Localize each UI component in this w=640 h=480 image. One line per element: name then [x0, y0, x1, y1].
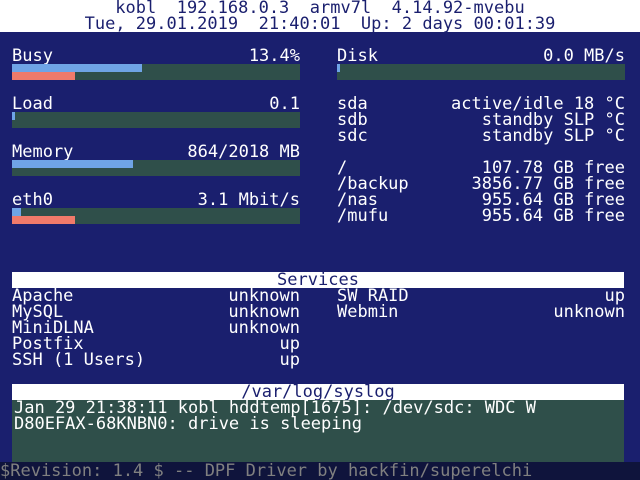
bar-fill-secondary — [12, 72, 76, 80]
stat-label: Memory — [12, 142, 74, 162]
stat-label: eth0 — [12, 190, 53, 210]
drive-name: sdc — [337, 126, 368, 146]
stat-value: 0.1 — [269, 94, 300, 114]
service-status: up — [279, 350, 300, 370]
stat-label: Load — [12, 94, 53, 114]
syslog-title-band: /var/log/syslog — [12, 382, 624, 402]
bar-fill-primary — [12, 208, 21, 216]
service-status: unknown — [553, 302, 625, 322]
stat-value: 864/2018 MB — [187, 142, 300, 162]
mount-path: /mufu — [337, 206, 389, 226]
services-title-band: Services — [12, 270, 624, 290]
bar-fill-primary — [12, 64, 142, 72]
stat-bar — [12, 64, 300, 80]
header-time-line: Tue, 29.01.2019 21:40:01 Up: 2 days 00:0… — [84, 14, 556, 34]
drive-status: standby SLP °C — [481, 126, 625, 146]
stat-bar — [12, 208, 300, 224]
bar-fill-secondary — [12, 216, 76, 224]
service-name: SSH (1 Users) — [12, 350, 146, 370]
service-name: Webmin — [337, 302, 399, 322]
syslog-title: /var/log/syslog — [241, 382, 395, 402]
service-status: unknown — [228, 318, 300, 338]
disk-value: 0.0 MB/s — [543, 46, 625, 66]
stat-bar — [12, 112, 300, 128]
disk-label: Disk — [337, 46, 378, 66]
disk-bar — [337, 64, 625, 80]
service-status: up — [279, 334, 300, 354]
bar-fill-primary — [337, 64, 340, 72]
stat-value: 3.1 Mbit/s — [197, 190, 300, 210]
stat-label: Busy — [12, 46, 53, 66]
stat-bar — [12, 160, 300, 176]
footer-revision-text: $Revision: 1.4 $ -- DPF Driver by hackfi… — [0, 462, 533, 480]
bar-fill-primary — [12, 160, 133, 168]
stat-value: 13.4% — [248, 46, 300, 66]
syslog-line: D80EFAX-68KNBN0: drive is sleeping — [14, 414, 362, 434]
header-bar: kobl 192.168.0.3 armv7l 4.14.92-mvebu Tu… — [0, 0, 640, 34]
bar-fill-primary — [12, 112, 15, 120]
mount-free: 955.64 GB free — [481, 206, 625, 226]
syslog-log-area: Jan 29 21:38:11 kobl hddtemp[1675]: /dev… — [12, 400, 624, 462]
services-title: Services — [277, 270, 359, 290]
footer-bar: $Revision: 1.4 $ -- DPF Driver by hackfi… — [0, 462, 640, 480]
